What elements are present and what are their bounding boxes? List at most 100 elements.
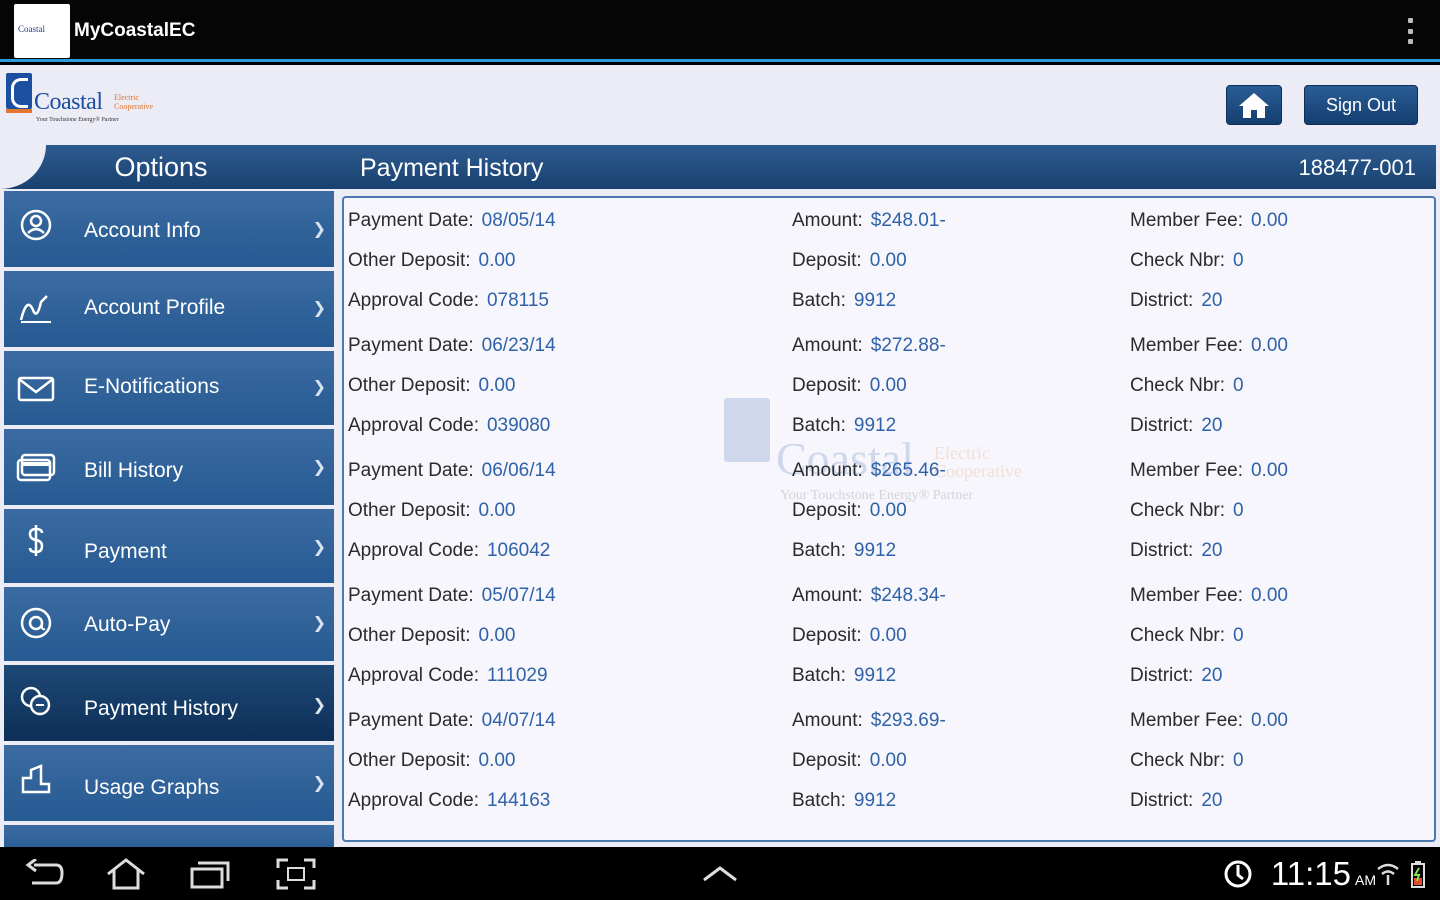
chevron-right-icon: ❯ (312, 775, 326, 792)
field-other-deposit: Other Deposit: 0.00 (348, 250, 515, 272)
field-label: Approval Code: (348, 790, 479, 811)
field-label: Deposit: (792, 750, 862, 771)
field-value: 0.00 (869, 375, 907, 396)
field-amount: Amount: $248.34- (792, 585, 946, 607)
sidebar-item-bill-history[interactable]: Bill History ❯ (4, 429, 334, 505)
field-label: Batch: (792, 290, 846, 311)
field-payment-date: Payment Date: 05/07/14 (348, 585, 556, 607)
field-label: Amount: (792, 585, 863, 606)
sidebar-item-e-notifications[interactable]: E-Notifications ❯ (4, 351, 334, 425)
payment-history-panel[interactable]: Coastal Electric Cooperative Your Touchs… (342, 196, 1436, 842)
action-bar: Coastal MyCoastalEC (0, 0, 1440, 62)
field-value: 20 (1201, 790, 1223, 811)
home-nav-icon[interactable] (104, 857, 148, 891)
battery-icon (1406, 857, 1430, 891)
field-label: Other Deposit: (348, 375, 471, 396)
chevron-up-icon[interactable] (698, 857, 742, 891)
field-value: 9912 (853, 790, 897, 811)
field-label: Batch: (792, 415, 846, 436)
chevron-right-icon: ❯ (312, 539, 326, 556)
overflow-menu-icon[interactable] (1406, 18, 1414, 44)
options-sidebar: Options Account Info ❯ Account Profile ❯… (0, 145, 338, 847)
field-value: 0 (1233, 625, 1244, 646)
field-value: 0.00 (869, 625, 907, 646)
field-value: 0 (1233, 250, 1244, 271)
field-value: 0.00 (1250, 710, 1288, 731)
field-district: District: 20 (1130, 290, 1222, 312)
field-label: District: (1130, 665, 1194, 686)
field-value: 0.00 (869, 500, 907, 521)
field-value: 0.00 (478, 500, 516, 521)
field-district: District: 20 (1130, 415, 1222, 437)
sidebar-item-label: Account Profile (84, 296, 226, 319)
field-value: 9912 (853, 665, 897, 686)
field-label: Member Fee: (1130, 210, 1243, 231)
sidebar-item-label: Payment History (84, 697, 239, 720)
screenshot-icon[interactable] (274, 857, 318, 891)
field-value: 20 (1201, 665, 1223, 686)
sidebar-item-account-profile[interactable]: Account Profile ❯ (4, 271, 334, 347)
field-amount: Amount: $272.88- (792, 335, 946, 357)
logo-subtext: Electric Cooperative (114, 93, 154, 111)
dollar-icon (16, 521, 56, 561)
logo-bar (6, 109, 32, 113)
field-label: District: (1130, 415, 1194, 436)
field-approval-code: Approval Code: 111029 (348, 665, 548, 687)
field-check-nbr: Check Nbr: 0 (1130, 625, 1244, 647)
system-nav-bar: 11:15 AM (0, 847, 1440, 900)
field-label: Other Deposit: (348, 500, 471, 521)
chevron-right-icon: ❯ (312, 697, 326, 714)
field-label: Check Nbr: (1130, 750, 1226, 771)
field-value: 0 (1233, 500, 1244, 521)
field-district: District: 20 (1130, 540, 1222, 562)
field-label: Batch: (792, 790, 846, 811)
clock-time: 11:15 (1270, 855, 1351, 892)
sync-status-icon (1216, 857, 1260, 891)
field-value: 0.00 (869, 750, 907, 771)
field-label: Approval Code: (348, 665, 479, 686)
back-icon[interactable] (22, 857, 66, 891)
field-label: Approval Code: (348, 415, 479, 436)
field-value: 0 (1233, 750, 1244, 771)
app-title: MyCoastalEC (74, 20, 196, 41)
sidebar-item-partial[interactable] (4, 825, 334, 847)
field-value: 06/23/14 (481, 335, 556, 356)
field-label: Amount: (792, 710, 863, 731)
sidebar-item-account-info[interactable]: Account Info ❯ (4, 191, 334, 267)
recent-apps-icon[interactable] (188, 857, 232, 891)
home-button[interactable] (1226, 85, 1282, 125)
field-label: Amount: (792, 335, 863, 356)
field-value: 0.00 (1250, 460, 1288, 481)
chevron-right-icon: ❯ (312, 379, 326, 396)
sidebar-item-payment-history[interactable]: Payment History ❯ (4, 665, 334, 741)
field-label: Approval Code: (348, 290, 479, 311)
field-value: 106042 (486, 540, 551, 561)
field-value: 9912 (853, 540, 897, 561)
field-label: Other Deposit: (348, 750, 471, 771)
field-value: $248.01- (870, 210, 946, 231)
field-payment-date: Payment Date: 06/06/14 (348, 460, 556, 482)
app-icon[interactable]: Coastal (14, 4, 70, 58)
field-payment-date: Payment Date: 08/05/14 (348, 210, 556, 232)
chevron-right-icon: ❯ (312, 221, 326, 238)
sidebar-item-label: Bill History (84, 459, 184, 482)
sidebar-item-payment[interactable]: Payment ❯ (4, 509, 334, 583)
field-value: $272.88- (870, 335, 946, 356)
sidebar-item-usage-graphs[interactable]: Usage Graphs ❯ (4, 745, 334, 821)
field-value: 9912 (853, 290, 897, 311)
logo-tagline: Your Touchstone Energy® Partner (36, 117, 119, 123)
signature-icon (16, 289, 56, 329)
sidebar-item-auto-pay[interactable]: Auto-Pay ❯ (4, 587, 334, 661)
field-value: 039080 (486, 415, 551, 436)
field-value: 0.00 (478, 375, 516, 396)
field-label: Member Fee: (1130, 335, 1243, 356)
field-label: Payment Date: (348, 210, 474, 231)
sign-out-button[interactable]: Sign Out (1304, 85, 1418, 125)
field-payment-date: Payment Date: 04/07/14 (348, 710, 556, 732)
field-other-deposit: Other Deposit: 0.00 (348, 500, 515, 522)
coins-icon (16, 681, 56, 721)
field-label: Deposit: (792, 625, 862, 646)
at-circle-icon (16, 603, 56, 643)
field-label: District: (1130, 290, 1194, 311)
field-deposit: Deposit: 0.00 (792, 375, 907, 397)
